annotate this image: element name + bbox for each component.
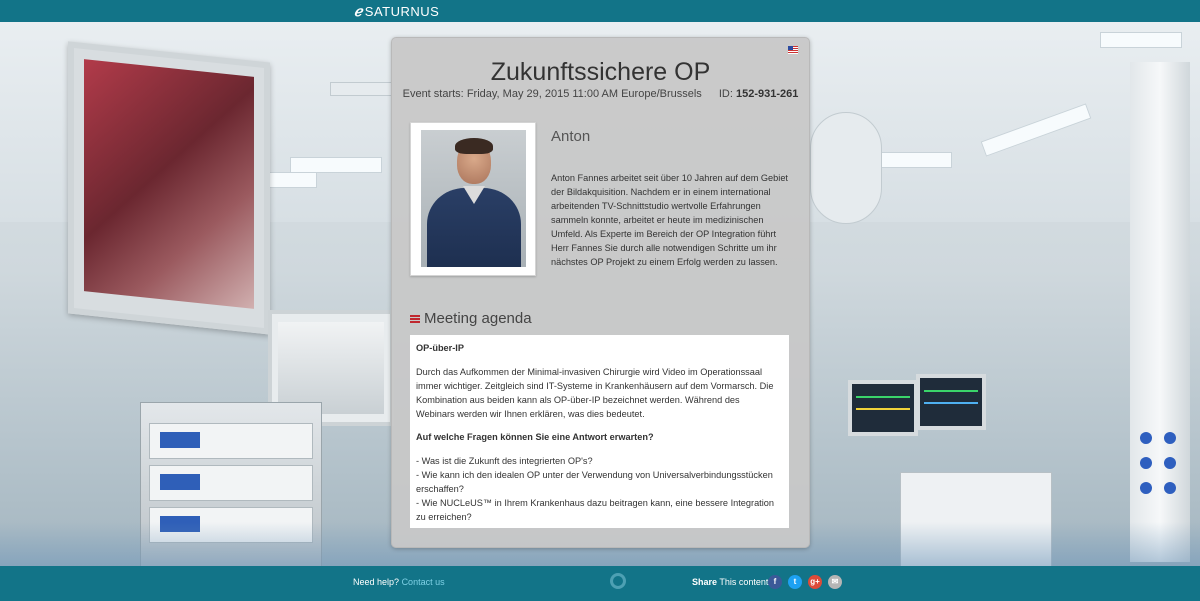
google-plus-icon[interactable]: g+ [808, 575, 822, 589]
list-icon [410, 314, 420, 323]
help-area: Need help? Contact us [353, 577, 445, 587]
us-flag-icon[interactable] [788, 46, 798, 54]
event-meta: Event starts: Friday, May 29, 2015 11:00… [392, 88, 809, 100]
event-panel: Zukunftssichere OP Event starts: Friday,… [391, 37, 810, 548]
supply-pillar [1130, 62, 1190, 562]
surgical-lamp [810, 112, 882, 224]
speaker-photo [421, 130, 526, 267]
surgical-display-monitor [68, 41, 270, 335]
event-title: Zukunftssichere OP [490, 58, 711, 86]
share-area: Share This content! [692, 577, 771, 587]
agenda-question: - Wie NUCLeUS™ in Ihrem Krankenhaus dazu… [416, 498, 774, 522]
agenda-question: - Was ist die Zukunft des integrierten O… [416, 456, 593, 466]
footer: Need help? Contact us Share This content… [0, 566, 1200, 601]
vital-signs-monitor [916, 374, 986, 430]
email-icon[interactable]: ✉ [828, 575, 842, 589]
contact-link[interactable]: Contact us [402, 577, 445, 587]
agenda-heading-text: Meeting agenda [424, 310, 532, 327]
event-id-label: ID: [718, 88, 733, 100]
agenda-questions-title: Auf welche Fragen können Sie eine Antwor… [416, 432, 654, 442]
agenda-question: - Wie kann ich den idealen OP unter der … [416, 470, 773, 494]
event-start-label: Event starts: [402, 88, 464, 100]
share-text: This content! [719, 577, 771, 587]
ceiling-arm [330, 82, 392, 96]
help-label: Need help? [353, 577, 400, 587]
logo-mark-icon: ℯ [354, 3, 363, 19]
vital-signs-monitor [848, 380, 918, 436]
agenda-questions-list: - Was ist die Zukunft des integrierten O… [416, 454, 779, 524]
agenda-section-text: Durch das Aufkommen der Minimal-invasive… [416, 367, 774, 419]
speaker-name: Anton [551, 128, 591, 145]
event-id-value: 152-931-261 [736, 88, 799, 100]
logo-text: SATURNUS [364, 4, 440, 19]
agenda-content: OP-über-IP Durch das Aufkommen der Minim… [410, 335, 789, 528]
ceiling-light [1100, 32, 1182, 48]
speaker-bio: Anton Fannes arbeitet seit über 10 Jahre… [551, 173, 788, 267]
event-start-value: Friday, May 29, 2015 11:00 AM Europe/Bru… [466, 88, 702, 100]
share-label: Share [692, 577, 718, 587]
ceiling-light [290, 157, 382, 173]
twitter-icon[interactable]: t [788, 575, 802, 589]
facebook-icon[interactable]: f [768, 575, 782, 589]
logo[interactable]: ℯ SATURNUS [354, 3, 439, 20]
agenda-heading: Meeting agenda [410, 310, 532, 327]
top-bar: ℯ SATURNUS [0, 0, 1200, 22]
speaker-photo-frame [410, 122, 536, 276]
brand-q-icon [610, 573, 626, 589]
agenda-section-title: OP-über-IP [416, 343, 464, 353]
